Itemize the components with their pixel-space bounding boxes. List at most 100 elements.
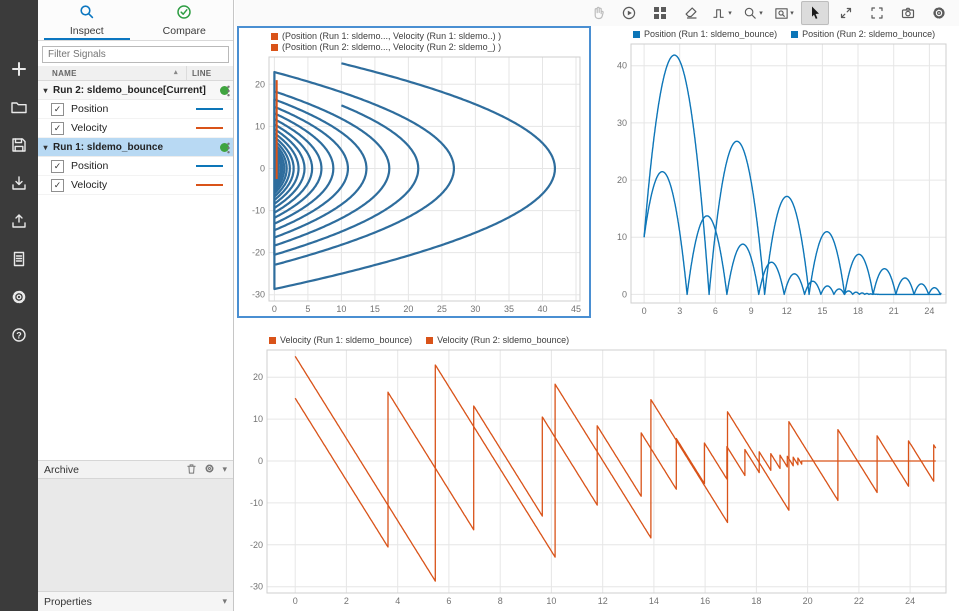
column-header-name[interactable]: NAME [38,69,186,78]
add-button[interactable] [3,52,35,85]
svg-text:0: 0 [622,289,627,299]
expand-caret-icon[interactable]: ▾ [38,143,53,152]
tab-inspect[interactable]: Inspect [38,0,136,40]
run-row[interactable]: ▾Run 2: sldemo_bounce[Current] [38,81,233,100]
svg-text:0: 0 [258,456,263,466]
fullscreen-button[interactable] [863,1,891,25]
help-button[interactable]: ? [3,318,35,351]
signal-line-swatch[interactable] [196,184,223,186]
subplot-position[interactable]: Position (Run 1: sldemo_bounce)Position … [601,26,955,318]
svg-text:15: 15 [370,304,380,314]
expand-button[interactable] [832,1,860,25]
velocity-plot-svg[interactable]: 024681012141618202224-30-20-1001020 [237,345,955,608]
fit-to-view-button[interactable]: ▾ [770,1,798,25]
zoom-button[interactable]: ▾ [739,1,767,25]
signal-generator-button[interactable]: ▾ [708,1,736,25]
svg-text:20: 20 [803,596,813,606]
svg-text:-10: -10 [250,498,263,508]
sort-ascending-icon[interactable]: ▴ [174,68,178,76]
svg-text:0: 0 [642,306,647,316]
svg-text:12: 12 [782,306,792,316]
left-toolstrip: ? [0,0,38,611]
row-menu-icon[interactable] [227,142,230,154]
signal-line-swatch[interactable] [196,165,223,167]
plot-settings-button[interactable] [925,1,953,25]
trash-icon[interactable] [186,463,197,477]
svg-text:10: 10 [617,232,627,242]
svg-text:10: 10 [546,596,556,606]
tab-compare[interactable]: Compare [136,0,234,40]
svg-text:22: 22 [854,596,864,606]
preferences-button[interactable] [3,280,35,313]
signal-checkbox[interactable]: ✓ [51,179,64,192]
legend-item: Position (Run 1: sldemo_bounce) [633,29,777,39]
fit-to-view-icon [774,6,789,21]
import-button[interactable] [3,166,35,199]
row-menu-icon[interactable] [227,85,230,97]
svg-text:6: 6 [713,306,718,316]
xy-legend: (Position (Run 1: sldemo..., Velocity (R… [239,28,589,52]
open-button[interactable] [3,90,35,123]
expand-caret-icon[interactable]: ▾ [38,86,53,95]
legend-marker-swatch [271,33,278,40]
eraser-button[interactable] [677,1,705,25]
signal-row[interactable]: ✓Velocity [38,176,233,195]
svg-text:20: 20 [403,304,413,314]
signal-line-swatch[interactable] [196,108,223,110]
legend-item: (Position (Run 2: sldemo..., Velocity (R… [271,42,589,52]
signal-label: Velocity [71,122,107,134]
create-report-button[interactable] [3,242,35,275]
legend-marker-swatch [633,31,640,38]
svg-text:8: 8 [498,596,503,606]
properties-expand-chevron-icon[interactable]: ▾ [222,597,227,606]
xy-plot-canvas[interactable]: 051015202530354045-30-20-1001020 [239,52,589,316]
archive-settings-gear-icon[interactable] [204,463,215,476]
snapshot-button[interactable] [894,1,922,25]
run-row[interactable]: ▾Run 1: sldemo_bounce [38,138,233,157]
archive-collapse-chevron-icon[interactable]: ▾ [222,465,227,474]
camera-icon [900,5,916,21]
simulation-data-inspector-window: ? Inspect Compare NAME ▴ LINE [0,0,959,611]
xy-plot-svg[interactable]: 051015202530354045-30-20-1001020 [239,52,589,316]
signal-checkbox[interactable]: ✓ [51,103,64,116]
plot-area: ▾ ▾ ▾ [235,0,959,611]
signal-checkbox[interactable]: ✓ [51,160,64,173]
tab-label: Compare [163,25,206,37]
subplot-xy-phase[interactable]: (Position (Run 1: sldemo..., Velocity (R… [237,26,591,318]
zoom-icon [743,6,758,21]
legend-marker-swatch [426,337,433,344]
archive-section-bar[interactable]: Archive ▾ [38,460,233,479]
pan-hand-button[interactable] [584,1,612,25]
fullscreen-corners-icon [869,5,885,21]
column-header-line[interactable]: LINE [186,66,233,80]
export-button[interactable] [3,204,35,237]
svg-text:18: 18 [751,596,761,606]
svg-text:2: 2 [344,596,349,606]
filter-signals-input[interactable] [42,46,229,63]
signal-row[interactable]: ✓Position [38,157,233,176]
replay-button[interactable] [615,1,643,25]
svg-text:4: 4 [395,596,400,606]
svg-text:24: 24 [924,306,934,316]
properties-section-bar[interactable]: Properties ▾ [38,591,233,611]
signal-generator-icon [712,6,727,21]
legend-label: (Position (Run 1: sldemo..., Velocity (R… [282,31,501,41]
gear-icon [931,5,947,21]
chevron-down-icon: ▾ [790,9,794,17]
signal-line-swatch[interactable] [196,127,223,129]
pointer-button[interactable] [801,1,829,25]
position-plot-canvas[interactable]: 03691215182124010203040 [601,39,955,318]
position-plot-svg[interactable]: 03691215182124010203040 [601,39,955,318]
svg-text:9: 9 [749,306,754,316]
save-button[interactable] [3,128,35,161]
svg-text:-20: -20 [252,248,265,258]
signal-row[interactable]: ✓ Velocity [38,119,233,138]
velocity-plot-canvas[interactable]: 024681012141618202224-30-20-1001020 [237,345,955,608]
signal-checkbox[interactable]: ✓ [51,122,64,135]
signal-row[interactable]: ✓Position [38,100,233,119]
subplot-layout-button[interactable] [646,1,674,25]
run-label: Run 1: sldemo_bounce [53,142,163,153]
legend-label: Velocity (Run 2: sldemo_bounce) [437,335,569,345]
subplot-velocity[interactable]: Velocity (Run 1: sldemo_bounce)Velocity … [237,332,955,608]
svg-text:0: 0 [260,164,265,174]
